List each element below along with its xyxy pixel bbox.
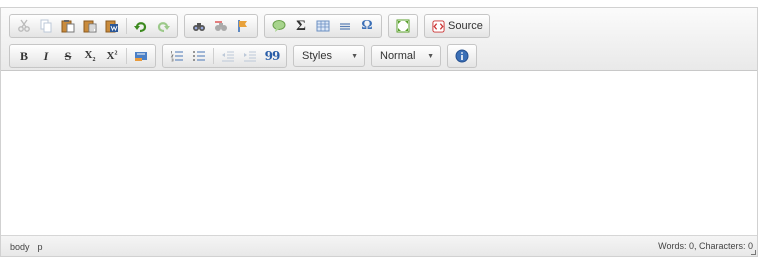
redo-icon — [157, 22, 170, 33]
about-button[interactable] — [452, 46, 472, 66]
bold-button[interactable]: B — [14, 46, 34, 66]
find-group — [184, 14, 258, 38]
math-button[interactable]: Σ — [291, 16, 311, 36]
maximize-icon — [396, 19, 410, 33]
speech-bubble-icon — [272, 20, 286, 32]
source-icon — [431, 19, 445, 33]
separator — [126, 48, 127, 64]
source-label: Source — [448, 20, 483, 32]
superscript-icon: X2 — [107, 50, 118, 62]
clipboard-group — [9, 14, 178, 38]
copy-icon — [40, 19, 52, 33]
undo-icon — [134, 22, 147, 33]
path-item-p[interactable]: p — [38, 242, 43, 252]
paste-button[interactable] — [58, 16, 78, 36]
horizontal-rule-icon — [340, 23, 350, 30]
toolbar-row-2: B I S X2 X2 99 Styles ▼ Normal ▼ — [9, 44, 483, 68]
superscript-button[interactable]: X2 — [102, 46, 122, 66]
about-group — [447, 44, 477, 68]
strikethrough-icon: S — [64, 48, 72, 63]
blockquote-icon: 99 — [264, 49, 281, 63]
remove-format-button[interactable] — [131, 46, 151, 66]
source-icon-wrap — [430, 16, 446, 36]
bulleted-list-icon — [193, 51, 205, 61]
styles-value: Styles — [302, 50, 332, 62]
paste-text-button[interactable] — [80, 16, 100, 36]
anchor-button[interactable] — [233, 16, 253, 36]
bulleted-list-button[interactable] — [189, 46, 209, 66]
horizontal-rule-button[interactable] — [335, 16, 355, 36]
sigma-icon: Σ — [296, 17, 306, 34]
status-bar: body p Words: 0, Characters: 0 — [1, 235, 757, 256]
numbered-list-icon — [170, 51, 183, 62]
bold-icon: B — [19, 48, 28, 63]
styles-dropdown[interactable]: Styles ▼ — [293, 45, 365, 67]
scissors-icon — [18, 19, 30, 32]
clipboard-icon — [61, 20, 75, 33]
maximize-group — [388, 14, 418, 38]
table-button[interactable] — [313, 16, 333, 36]
paste-word-icon — [105, 20, 118, 33]
outdent-icon — [222, 51, 234, 62]
italic-button[interactable]: I — [36, 46, 56, 66]
binoculars-icon — [193, 23, 205, 31]
blockquote-button[interactable]: 99 — [262, 46, 282, 66]
format-dropdown[interactable]: Normal ▼ — [371, 45, 441, 67]
word-counter: Words: 0, Characters: 0 — [658, 241, 753, 251]
rich-text-editor: Σ Ω Source B I S X2 X2 99 Styles ▼ Norma… — [0, 7, 758, 257]
replace-button[interactable] — [211, 16, 231, 36]
special-char-button[interactable]: Ω — [357, 16, 377, 36]
paste-text-icon — [83, 20, 97, 33]
redo-button[interactable] — [153, 16, 173, 36]
paste-word-button[interactable] — [102, 16, 122, 36]
undo-button[interactable] — [131, 16, 151, 36]
indent-icon — [244, 51, 256, 62]
info-icon — [455, 49, 469, 63]
omega-icon: Ω — [361, 18, 373, 33]
chevron-down-icon: ▼ — [351, 52, 358, 60]
italic-icon: I — [43, 48, 49, 63]
numbered-list-button[interactable] — [167, 46, 187, 66]
replace-icon — [215, 21, 227, 31]
format-value: Normal — [380, 50, 416, 62]
editor-content-area[interactable] — [1, 71, 757, 236]
remove-format-icon — [135, 52, 147, 61]
toolbar-row-1: Σ Ω Source — [9, 14, 490, 38]
resize-grip-icon[interactable] — [751, 250, 756, 255]
comment-button[interactable] — [269, 16, 289, 36]
editor-toolbar: Σ Ω Source B I S X2 X2 99 Styles ▼ Norma… — [1, 8, 757, 71]
indent-button[interactable] — [240, 46, 260, 66]
source-button[interactable]: Source — [424, 14, 490, 38]
strikethrough-button[interactable]: S — [58, 46, 78, 66]
path-item-body[interactable]: body — [10, 242, 30, 252]
find-button[interactable] — [189, 16, 209, 36]
outdent-button[interactable] — [218, 46, 238, 66]
list-group: 99 — [162, 44, 287, 68]
cut-button[interactable] — [14, 16, 34, 36]
subscript-icon: X2 — [85, 49, 96, 63]
insert-group: Σ Ω — [264, 14, 382, 38]
superscript-mark: 2 — [114, 50, 118, 57]
subscript-button[interactable]: X2 — [80, 46, 100, 66]
maximize-button[interactable] — [393, 16, 413, 36]
table-icon — [316, 20, 330, 32]
chevron-down-icon: ▼ — [427, 52, 434, 60]
subscript-mark: 2 — [92, 57, 96, 64]
flag-icon — [238, 20, 247, 32]
separator — [126, 18, 127, 34]
separator — [213, 48, 214, 64]
basic-styles-group: B I S X2 X2 — [9, 44, 156, 68]
element-path: body p — [10, 242, 43, 252]
copy-button[interactable] — [36, 16, 56, 36]
